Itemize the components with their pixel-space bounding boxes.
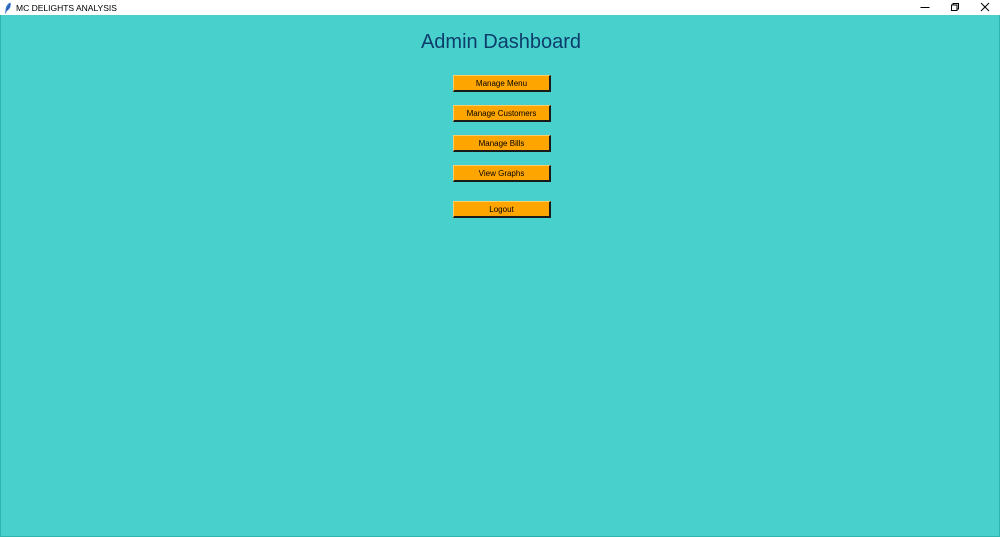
window-title: MC DELIGHTS ANALYSIS	[16, 2, 117, 13]
close-button[interactable]	[970, 0, 1000, 15]
restore-button[interactable]	[940, 0, 970, 15]
manage-menu-button[interactable]: Manage Menu	[453, 75, 551, 92]
minimize-button[interactable]	[910, 0, 940, 15]
feather-icon	[3, 2, 13, 14]
logout-button[interactable]: Logout	[453, 201, 551, 218]
app-window: MC DELIGHTS ANALYSIS Admin Dashboard Man…	[0, 0, 1000, 537]
title-bar[interactable]: MC DELIGHTS ANALYSIS	[0, 0, 1000, 15]
manage-bills-button[interactable]: Manage Bills	[453, 135, 551, 152]
manage-customers-button[interactable]: Manage Customers	[453, 105, 551, 122]
page-title: Admin Dashboard	[420, 31, 582, 53]
dashboard-panel: Admin Dashboard Manage Menu Manage Custo…	[0, 15, 1000, 537]
view-graphs-button[interactable]: View Graphs	[453, 165, 551, 182]
window-controls	[910, 0, 1000, 15]
